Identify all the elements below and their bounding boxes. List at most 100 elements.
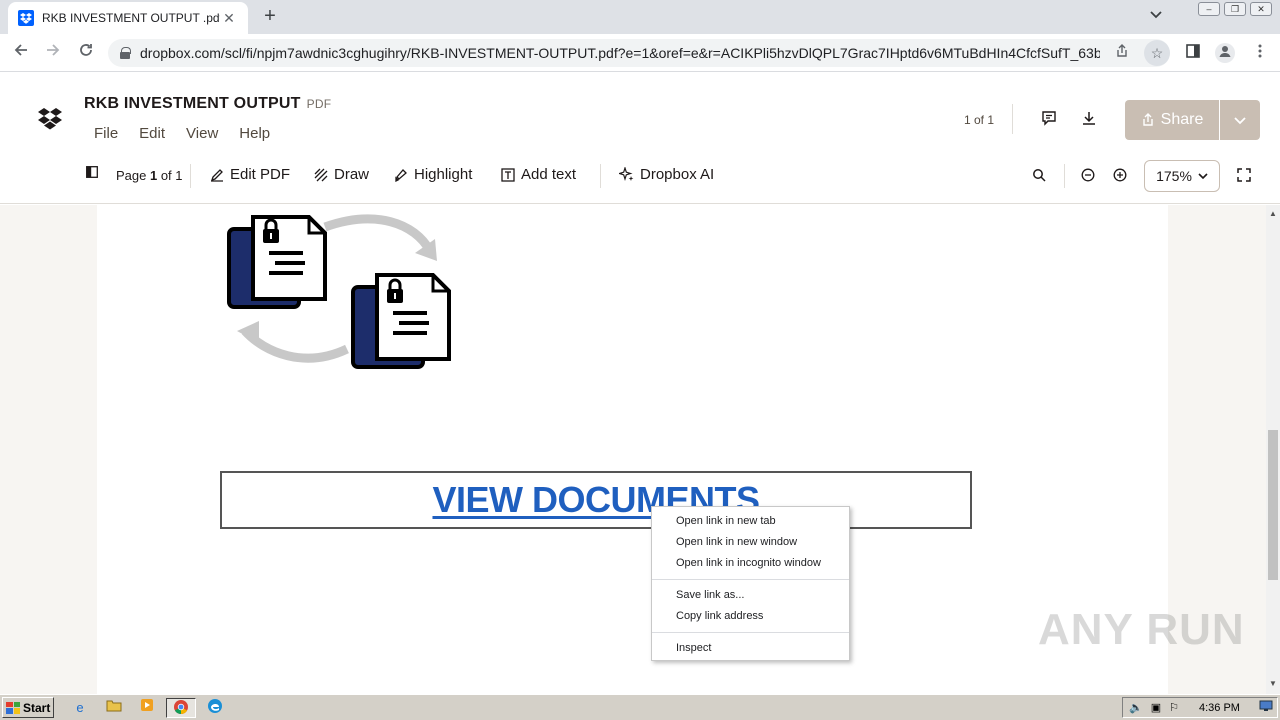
highlight-button[interactable]: Highlight [394, 166, 472, 183]
zoom-level: 175% [1156, 168, 1192, 184]
share-button[interactable]: Share [1125, 100, 1219, 140]
menu-item-inspect[interactable]: Inspect [652, 638, 849, 659]
zoom-level-select[interactable]: 175% [1144, 160, 1220, 192]
menu-edit[interactable]: Edit [139, 125, 165, 142]
show-desktop-icon[interactable] [1259, 700, 1273, 715]
scroll-down-icon[interactable]: ▼ [1266, 677, 1280, 691]
context-menu: Open link in new tab Open link in new wi… [651, 506, 850, 661]
network-icon[interactable]: ▣ [1151, 701, 1161, 714]
profile-avatar-icon[interactable] [1215, 43, 1235, 63]
dropbox-logo-icon[interactable] [38, 108, 62, 130]
windows-flag-icon [6, 701, 20, 714]
menu-view[interactable]: View [186, 125, 218, 142]
edit-pdf-button[interactable]: Edit PDF [210, 166, 290, 183]
volume-icon[interactable]: 🔈 [1129, 701, 1143, 714]
download-icon[interactable] [1079, 110, 1099, 130]
header-divider [1012, 104, 1013, 134]
tab-title: RKB INVESTMENT OUTPUT .pdf [42, 11, 220, 25]
sidebar-toggle-icon[interactable] [86, 166, 98, 178]
page-count: 1 of 1 [964, 113, 995, 127]
side-panel-icon[interactable] [1183, 43, 1203, 63]
draw-icon [314, 168, 328, 181]
vertical-scrollbar[interactable]: ▲ ▼ [1266, 205, 1280, 694]
document-title: RKB INVESTMENT OUTPUT PDF [84, 95, 331, 113]
draw-label: Draw [334, 166, 370, 183]
highlighter-icon [395, 168, 407, 182]
browser-tab[interactable]: RKB INVESTMENT OUTPUT .pdf ✕ [8, 2, 248, 34]
edge-icon[interactable] [203, 698, 227, 718]
internet-explorer-icon[interactable]: e [68, 698, 92, 718]
windows-taskbar: Start e 🔈 ▣ ⚐ 4:36 PM [0, 694, 1280, 720]
start-button[interactable]: Start [2, 697, 54, 718]
draw-button[interactable]: Draw [314, 166, 369, 183]
menu-bar: File Edit View Help [94, 125, 291, 142]
dropbox-header: RKB INVESTMENT OUTPUT PDF File Edit View … [0, 72, 1280, 204]
zoom-out-icon[interactable] [1081, 168, 1095, 182]
menu-file[interactable]: File [94, 125, 118, 142]
bookmark-star-icon[interactable]: ☆ [1144, 40, 1170, 66]
menu-item-open-new-window[interactable]: Open link in new window [652, 532, 849, 553]
back-icon[interactable] [10, 42, 32, 64]
text-box-icon [501, 167, 515, 182]
toolbar-divider [1064, 164, 1065, 188]
menu-item-open-incognito[interactable]: Open link in incognito window [652, 553, 849, 574]
close-window-icon[interactable]: ✕ [1250, 2, 1272, 16]
browser-toolbar: dropbox.com/scl/fi/npjm7awdnic3cghugihry… [0, 34, 1280, 72]
chrome-icon[interactable] [166, 698, 196, 718]
forward-icon[interactable] [42, 42, 64, 64]
reload-icon[interactable] [75, 42, 97, 64]
tab-close-icon[interactable]: ✕ [220, 10, 238, 27]
search-icon[interactable] [1032, 168, 1046, 182]
menu-separator [652, 632, 849, 633]
add-text-label: Add text [521, 166, 577, 183]
menu-separator [652, 579, 849, 580]
scroll-up-icon[interactable]: ▲ [1266, 207, 1280, 221]
share-options-chevron-icon[interactable] [1220, 100, 1260, 140]
clock: 4:36 PM [1198, 701, 1240, 714]
url-text[interactable]: dropbox.com/scl/fi/npjm7awdnic3cghugihry… [140, 45, 1100, 61]
menu-item-open-new-tab[interactable]: Open link in new tab [652, 511, 849, 532]
browser-tab-strip: RKB INVESTMENT OUTPUT .pdf ✕ + – ❐ ✕ [0, 0, 1280, 34]
page-suffix: of 1 [157, 168, 183, 183]
dropbox-ai-label: Dropbox AI [640, 166, 715, 183]
window-controls: – ❐ ✕ [1198, 2, 1272, 16]
fullscreen-icon[interactable] [1237, 168, 1251, 182]
dropbox-favicon-icon [18, 10, 34, 26]
media-player-icon[interactable] [135, 698, 159, 718]
share-page-icon[interactable] [1112, 43, 1132, 63]
pdf-page: VIEW DOCUMENTS [97, 205, 1168, 694]
dropbox-ai-button[interactable]: Dropbox AI [619, 166, 714, 183]
new-tab-button[interactable]: + [258, 6, 282, 28]
file-explorer-icon[interactable] [102, 698, 126, 718]
lock-icon[interactable] [120, 47, 131, 59]
share-icon [1142, 113, 1153, 126]
zoom-in-icon[interactable] [1113, 168, 1127, 182]
minimize-icon[interactable]: – [1198, 2, 1220, 16]
address-bar[interactable]: dropbox.com/scl/fi/npjm7awdnic3cghugihry… [108, 39, 1170, 67]
menu-item-copy-link[interactable]: Copy link address [652, 606, 849, 627]
add-text-button[interactable]: Add text [501, 166, 576, 183]
chevron-down-icon [1198, 172, 1208, 179]
toolbar-divider [190, 164, 191, 188]
toolbar-divider [600, 164, 601, 188]
browser-menu-icon[interactable] [1250, 43, 1270, 63]
menu-item-save-link[interactable]: Save link as... [652, 585, 849, 606]
view-documents-box: VIEW DOCUMENTS [220, 471, 972, 529]
highlight-label: Highlight [414, 166, 473, 183]
scrollbar-thumb[interactable] [1268, 430, 1278, 580]
action-center-flag-icon[interactable]: ⚐ [1169, 701, 1179, 714]
sparkle-icon [619, 167, 634, 182]
pencil-icon [210, 168, 223, 182]
page-indicator: Page 1 of 1 [116, 168, 183, 183]
document-title-text: RKB INVESTMENT OUTPUT [84, 95, 301, 112]
pdf-toolbar: Page 1 of 1 Edit PDF Draw Highlight Add … [0, 160, 1280, 192]
start-label: Start [23, 700, 51, 715]
pdf-viewer: VIEW DOCUMENTS ANY RUN ▲ ▼ [0, 205, 1280, 694]
anyrun-watermark: ANY RUN [1038, 605, 1245, 654]
system-tray: 🔈 ▣ ⚐ 4:36 PM [1122, 697, 1278, 718]
restore-icon[interactable]: ❐ [1224, 2, 1246, 16]
tab-search-chevron-icon[interactable] [1150, 8, 1162, 22]
file-type-label: PDF [306, 97, 332, 111]
menu-help[interactable]: Help [239, 125, 270, 142]
comment-icon[interactable] [1039, 110, 1059, 130]
